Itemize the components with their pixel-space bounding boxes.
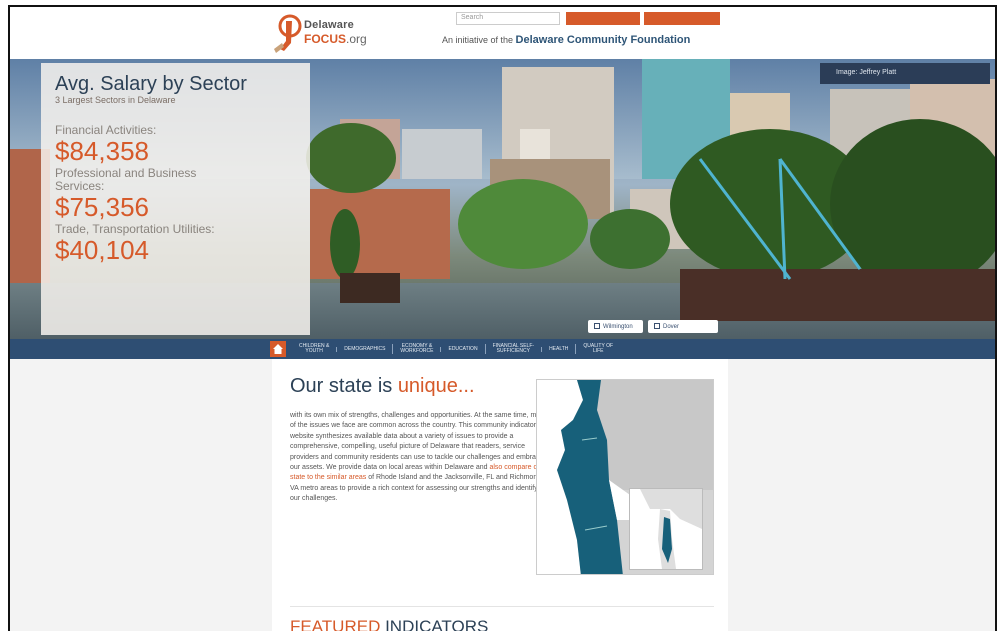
hero-tree bbox=[330, 209, 360, 279]
nav-item[interactable]: HEALTH bbox=[541, 345, 575, 352]
nav-item[interactable]: FINANCIAL SELF- SUFFICIENCY bbox=[484, 344, 542, 354]
hero-button-wilmington[interactable]: Wilmington bbox=[588, 320, 643, 333]
stat-label: Professional and Business Services: bbox=[55, 166, 197, 193]
intro-heading: Our state is unique... bbox=[290, 375, 475, 398]
nav-item[interactable]: EDUCATION bbox=[440, 345, 484, 352]
location-icon bbox=[654, 323, 660, 329]
main-content: Our state is unique... with its own mix … bbox=[272, 359, 728, 631]
stat-value: $75,356 bbox=[55, 192, 149, 222]
site-logo[interactable]: Delaware FOCUS.org bbox=[272, 13, 392, 55]
hero-dock bbox=[340, 273, 400, 303]
site-header: Delaware FOCUS.org Search An initiative … bbox=[10, 7, 995, 59]
nav-item-label-line2: LIFE bbox=[592, 348, 604, 354]
intro-heading-prefix: Our state is bbox=[290, 375, 398, 397]
home-button[interactable] bbox=[270, 341, 286, 357]
hero-tree bbox=[306, 123, 396, 193]
logo-text-line1: Delaware bbox=[304, 19, 354, 31]
logo-focus: FOCUS bbox=[304, 32, 346, 46]
nav-item[interactable]: CHILDREN & YOUTH bbox=[292, 344, 336, 354]
tagline-prefix: An initiative of the bbox=[442, 35, 516, 45]
search-input[interactable]: Search bbox=[456, 12, 560, 25]
nav-item-label-line2: SUFFICIENCY bbox=[496, 348, 530, 354]
hero-building bbox=[402, 129, 482, 179]
featured-rest: INDICATORS bbox=[380, 617, 489, 631]
inset-map-graphic bbox=[630, 489, 702, 569]
hero-tree bbox=[458, 179, 588, 269]
logo-text-line2: FOCUS.org bbox=[304, 32, 367, 46]
hero-button-dover[interactable]: Dover bbox=[648, 320, 718, 333]
page-frame: Delaware FOCUS.org Search An initiative … bbox=[8, 5, 997, 631]
home-icon bbox=[273, 344, 283, 354]
stat-value: $40,104 bbox=[55, 235, 149, 265]
section-divider bbox=[290, 606, 714, 607]
nav-item[interactable]: DEMOGRAPHICS bbox=[336, 345, 392, 352]
logo-org: .org bbox=[346, 32, 367, 46]
hero-crane bbox=[698, 158, 862, 280]
image-credit: Image: Jeffrey Platt bbox=[820, 63, 990, 84]
hero-subtitle: 3 Largest Sectors in Delaware bbox=[55, 95, 176, 105]
main-nav: CHILDREN & YOUTH DEMOGRAPHICS ECONOMY & WORK… bbox=[10, 339, 995, 359]
hero-button-label: Dover bbox=[663, 324, 680, 330]
hero-button-label: Wilmington bbox=[603, 324, 633, 330]
hero-stats-panel: Avg. Salary by Sector 3 Largest Sectors … bbox=[41, 63, 310, 335]
nav-item-label-line1: DEMOGRAPHICS bbox=[344, 345, 386, 352]
nav-item-label-line1: HEALTH bbox=[549, 345, 569, 352]
intro-paragraph: with its own mix of strengths, challenge… bbox=[290, 411, 552, 505]
intro-text-part1: with its own mix of strengths, challenge… bbox=[290, 412, 548, 472]
hero-tree bbox=[590, 209, 670, 269]
nav-item-label-line2: YOUTH bbox=[305, 348, 323, 354]
tagline-brand-link[interactable]: Delaware Community Foundation bbox=[516, 34, 691, 46]
inset-map bbox=[629, 488, 703, 570]
featured-indicators-heading: FEATURED INDICATORS bbox=[290, 617, 488, 631]
nav-item-label-line2: WORKFORCE bbox=[400, 348, 434, 354]
hero-title: Avg. Salary by Sector bbox=[55, 73, 247, 95]
featured-highlight: FEATURED bbox=[290, 617, 381, 631]
location-icon bbox=[594, 323, 600, 329]
hero-banner: Avg. Salary by Sector 3 Largest Sectors … bbox=[10, 59, 995, 339]
nav-item[interactable]: ECONOMY & WORKFORCE bbox=[392, 344, 440, 354]
logo-mark-icon bbox=[274, 14, 302, 53]
delaware-map[interactable] bbox=[536, 379, 714, 575]
nav-item-label-line1: EDUCATION bbox=[448, 345, 478, 352]
stat-value: $84,358 bbox=[55, 136, 149, 166]
header-tagline: An initiative of the Delaware Community … bbox=[442, 34, 690, 46]
header-button-2[interactable] bbox=[644, 12, 720, 25]
intro-heading-highlight: unique... bbox=[397, 375, 475, 397]
header-button-1[interactable] bbox=[566, 12, 640, 25]
nav-item[interactable]: QUALITY OF LIFE bbox=[575, 344, 620, 354]
nav-items: CHILDREN & YOUTH DEMOGRAPHICS ECONOMY & WORK… bbox=[292, 339, 620, 359]
